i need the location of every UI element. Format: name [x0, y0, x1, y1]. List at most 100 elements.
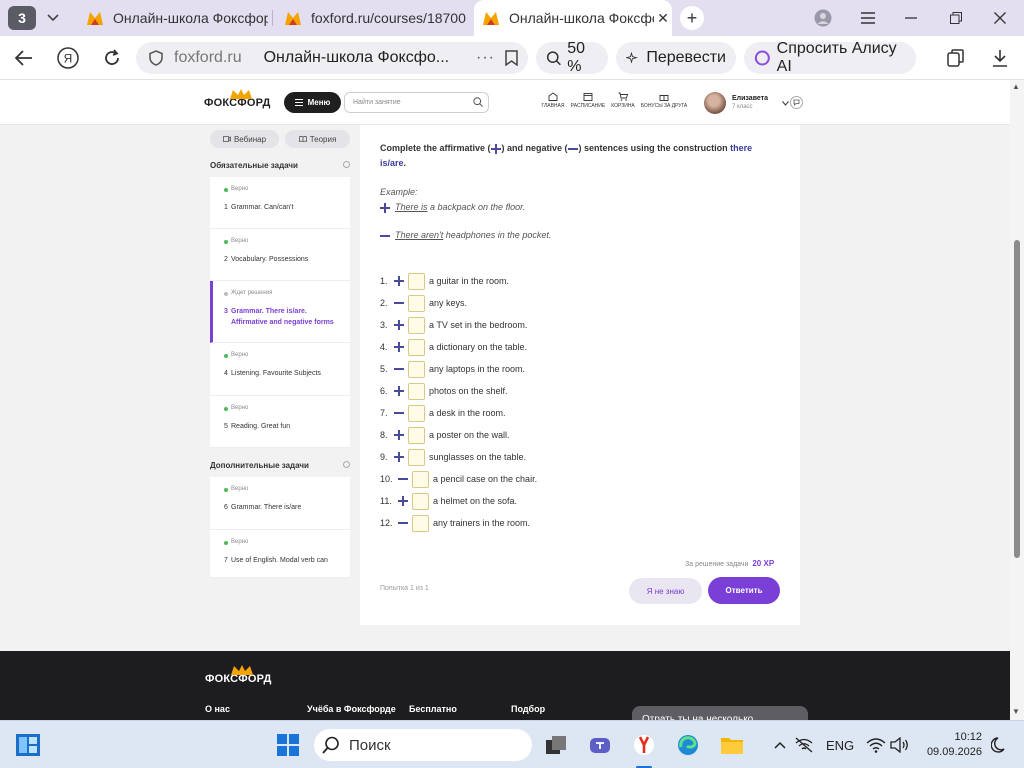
task-item-6[interactable]: Верно 6 Grammar. There is/are [210, 477, 350, 530]
task-item-5[interactable]: Верно 5 Reading. Great fun [210, 396, 350, 448]
answer-input-box[interactable] [408, 426, 425, 444]
footer-col-selection[interactable]: Подбор [511, 704, 545, 714]
answer-input-box[interactable] [412, 492, 429, 510]
footer-col-study[interactable]: Учёба в Фоксфорде [307, 704, 396, 714]
hamburger-menu-icon[interactable] [857, 8, 879, 28]
item-number: 4. [380, 342, 388, 352]
footer-col-about[interactable]: О нас [205, 704, 230, 714]
minus-icon [567, 144, 579, 153]
feedback-toast[interactable]: Отрать ты на несколько [632, 706, 808, 720]
info-icon[interactable] [343, 461, 350, 468]
foxford-logo[interactable]: ФОКСФОРД [204, 89, 270, 109]
collections-icon[interactable] [944, 46, 968, 70]
browser-tab-3-active[interactable]: Онлайн-школа Фоксфорд ✕ [474, 0, 672, 36]
answer-input-box[interactable] [408, 272, 425, 290]
input-language[interactable]: ENG [826, 738, 854, 753]
lesson-search-input[interactable]: Найти занятие [344, 92, 489, 113]
bookmark-icon[interactable] [505, 50, 518, 66]
zoom-indicator[interactable]: 50 % [536, 40, 608, 75]
book-icon [298, 136, 307, 142]
info-icon[interactable] [343, 161, 350, 168]
chat-icon[interactable] [790, 96, 803, 109]
yandex-browser-taskbar-icon[interactable] [632, 733, 656, 757]
page-scrollbar[interactable]: ▲ ▼ [1010, 80, 1024, 720]
yandex-logo-icon[interactable]: Я [56, 46, 80, 70]
restore-icon[interactable] [945, 8, 967, 28]
exercise-item: 2. any keys. [380, 294, 467, 312]
close-icon[interactable]: ✕ [654, 10, 672, 27]
more-dots-icon[interactable]: ··· [476, 49, 495, 67]
notification-moon-icon[interactable] [988, 733, 1012, 757]
nav-bonuses[interactable]: Бонусы за друга [640, 92, 688, 109]
task-item-4[interactable]: Верно 4 Listening. Favourite Subjects [210, 343, 350, 396]
item-number: 1. [380, 276, 388, 286]
chevron-down-icon[interactable] [42, 8, 64, 28]
answer-input-box[interactable] [412, 470, 429, 488]
calendar-icon [583, 93, 593, 101]
answer-input-box[interactable] [408, 316, 425, 334]
answer-input-box[interactable] [412, 514, 429, 532]
footer-col-free[interactable]: Бесплатно [409, 704, 457, 714]
teams-chat-icon[interactable] [588, 733, 612, 757]
exercise-item: 9. sunglasses on the table. [380, 448, 526, 466]
wifi-icon[interactable] [864, 733, 888, 757]
status-dot [224, 488, 228, 492]
answer-input-box[interactable] [408, 338, 425, 356]
widgets-icon[interactable] [16, 733, 40, 757]
footer-logo[interactable]: ФОКСФОРД [205, 665, 271, 685]
task-item-1[interactable]: Верно 1 Grammar. Can/can't [210, 177, 350, 229]
item-number: 3. [380, 320, 388, 330]
reload-icon[interactable] [100, 46, 124, 70]
plus-icon [398, 496, 409, 506]
alice-icon [754, 50, 770, 66]
new-tab-plus-icon[interactable]: + [680, 6, 704, 30]
user-profile[interactable]: Елизавета 7 класс [704, 91, 789, 115]
task-item-2[interactable]: Верно 2 Vocabulary. Possessions [210, 229, 350, 281]
webinar-button[interactable]: Вебинар [210, 130, 279, 148]
taskbar-search-input[interactable]: Поиск [314, 729, 532, 761]
edge-browser-icon[interactable] [676, 733, 700, 757]
item-number: 6. [380, 386, 388, 396]
task-item-7[interactable]: Верно 7 Use of English. Modal verb can [210, 530, 350, 578]
search-icon [322, 736, 339, 754]
site-info-shield-icon[interactable] [148, 50, 164, 66]
ask-alice-button[interactable]: Спросить Алису AI [744, 40, 916, 75]
translate-button[interactable]: Перевести [616, 42, 736, 74]
answer-input-box[interactable] [408, 404, 425, 422]
network-off-icon[interactable] [792, 733, 816, 757]
answer-input-box[interactable] [408, 360, 425, 378]
start-windows-icon[interactable] [276, 733, 300, 757]
answer-input-box[interactable] [408, 294, 425, 312]
task-name: Grammar. Can/can't [231, 204, 294, 211]
close-window-icon[interactable] [989, 8, 1011, 28]
minimize-icon[interactable] [900, 8, 922, 28]
answer-input-box[interactable] [408, 382, 425, 400]
task-status: Верно [231, 186, 249, 192]
scroll-down-arrow-icon[interactable]: ▼ [1012, 707, 1020, 716]
volume-icon[interactable] [888, 733, 912, 757]
download-icon[interactable] [988, 46, 1012, 70]
submit-answer-button[interactable]: Ответить [708, 577, 780, 604]
profile-icon[interactable] [812, 8, 834, 28]
task-item-3-active[interactable]: Ждет решения 3 Grammar. There is/are. Af… [210, 281, 350, 343]
browser-tab-bar: 3 Онлайн-школа Фоксфорд foxford.ru/cours… [0, 0, 1024, 36]
browser-tab-2[interactable]: foxford.ru/courses/18700/ [276, 0, 466, 36]
scroll-up-arrow-icon[interactable]: ▲ [1012, 82, 1020, 91]
address-bar[interactable]: foxford.ru Онлайн-школа Фоксфо... ··· [136, 42, 528, 74]
menu-button[interactable]: Меню [284, 92, 341, 113]
avatar[interactable] [704, 92, 726, 114]
chevron-down-icon[interactable] [782, 100, 789, 106]
tray-chevron-up-icon[interactable] [768, 733, 792, 757]
scrollbar-thumb[interactable] [1014, 240, 1020, 558]
theory-button[interactable]: Теория [285, 130, 350, 148]
foxford-favicon-icon [483, 12, 499, 25]
dont-know-button[interactable]: Я не знаю [629, 578, 702, 604]
task-view-icon[interactable] [544, 733, 568, 757]
browser-tab-1[interactable]: Онлайн-школа Фоксфорд [78, 0, 268, 36]
tab-counter[interactable]: 3 [8, 6, 36, 30]
taskbar-clock[interactable]: 10:12 09.09.2026 [927, 730, 982, 760]
answer-input-box[interactable] [408, 448, 425, 466]
back-arrow-icon[interactable] [12, 46, 36, 70]
search-icon[interactable] [473, 97, 483, 107]
file-explorer-icon[interactable] [720, 733, 744, 757]
